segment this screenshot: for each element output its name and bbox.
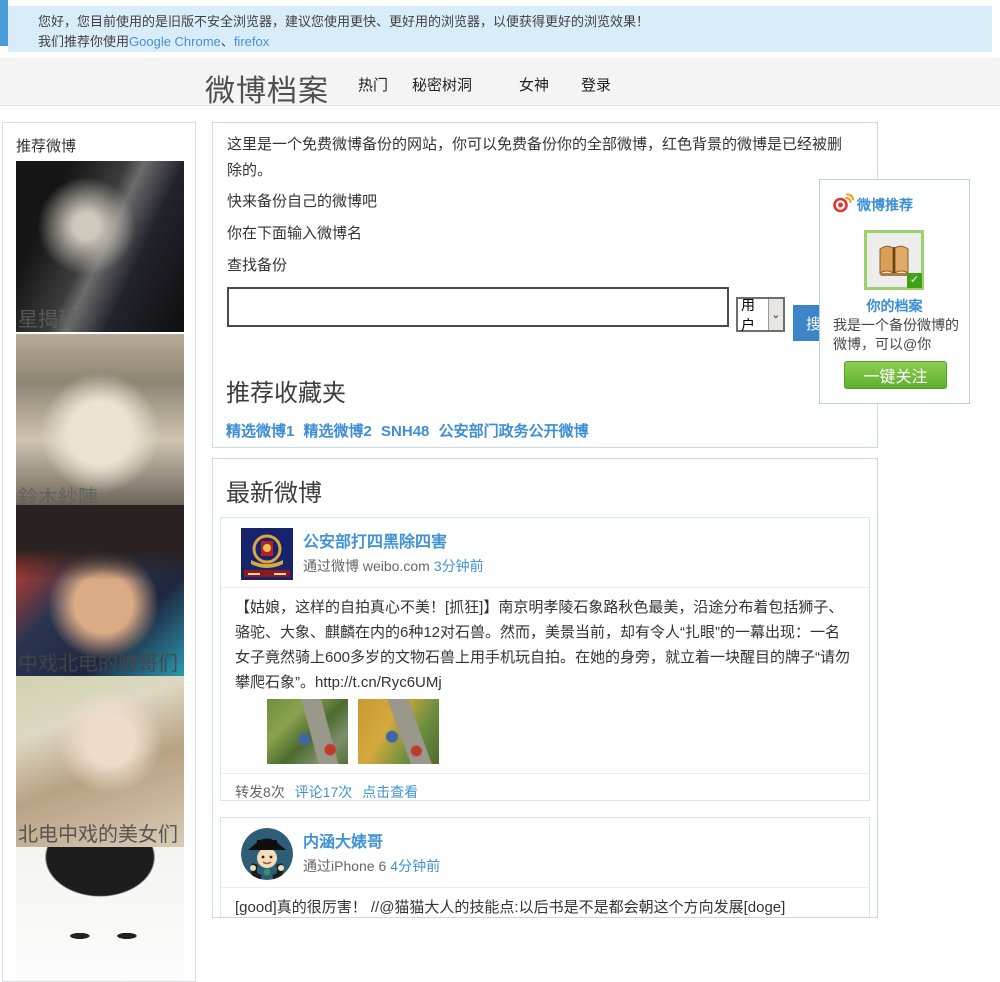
nav-hot[interactable]: 热门 xyxy=(358,74,388,95)
widget-description: 我是一个备份微博的微博，可以@你 xyxy=(833,317,959,352)
banner-line1: 您好，您目前使用的是旧版不安全浏览器，建议您使用更快、更好用的浏览器，以便获得更… xyxy=(38,14,650,29)
post-item: 公安部打四黑除四害 通过微博 weibo.com 3分钟前 【姑娘，这样的自拍真心… xyxy=(220,517,870,801)
banner-accent-bar xyxy=(0,0,8,46)
nav-login[interactable]: 登录 xyxy=(581,74,611,95)
cartoon-hat-avatar[interactable] xyxy=(241,828,293,880)
post-footer: 转发8次 评论17次 点击查看 xyxy=(221,773,869,800)
post-meta: 通过iPhone 6 4分钟前 xyxy=(303,856,440,876)
folder-link-featured2[interactable]: 精选微博2 xyxy=(304,423,372,440)
banner-line2: 我们推荐你使用Google Chrome、firefox xyxy=(38,32,992,52)
latest-posts-title: 最新微博 xyxy=(226,480,322,507)
folders-title: 推荐收藏夹 xyxy=(226,380,346,407)
one-click-follow-button[interactable]: 一键关注 xyxy=(844,361,947,389)
post-photo-1[interactable] xyxy=(267,699,348,764)
intro-text: 这里是一个免费微博备份的网站，你可以免费备份你的全部微博，红色背景的微博是已经被… xyxy=(227,136,843,179)
folder-links: 精选微博1 精选微博2 SNH48 公安部门政务公开微博 xyxy=(226,420,594,441)
police-badge-avatar[interactable] xyxy=(241,528,293,580)
post-header: 公安部打四黑除四害 通过微博 weibo.com 3分钟前 xyxy=(221,518,869,588)
weibo-recommend-widget: 微博推荐 ✓ 你的档案 我是一个备份微博的微博，可以@你 一键关注 xyxy=(819,179,970,404)
user-type-select[interactable]: 用户 ⌄ xyxy=(736,296,785,333)
chrome-link[interactable]: Google Chrome xyxy=(129,34,221,49)
post-item: 内涵大婊哥 通过iPhone 6 4分钟前 [good]真的很厉害！ //@猫猫大… xyxy=(220,817,870,917)
post-via: 通过iPhone 6 xyxy=(303,858,387,874)
your-archive-link[interactable]: 你的档案 xyxy=(820,296,969,316)
comment-count-link[interactable]: 评论17次 xyxy=(295,784,353,800)
post-text: 【姑娘，这样的自拍真心不美！[抓狂]】南京明孝陵石象路秋色最美，沿途分布着包括狮… xyxy=(235,599,851,691)
browser-warning-banner: 您好，您目前使用的是旧版不安全浏览器，建议您使用更快、更好用的浏览器，以便获得更… xyxy=(8,6,992,52)
post-image-row xyxy=(267,699,869,765)
thumb-caption: 北电中戏的美女们 xyxy=(18,824,178,846)
site-header: 微博档案 热门 秘密树洞 女神 登录 xyxy=(0,58,1000,108)
weibo-name-input[interactable] xyxy=(227,287,729,327)
post-via: 通过微博 weibo.com xyxy=(303,558,430,574)
post-username-link[interactable]: 公安部打四黑除四害 xyxy=(303,528,447,552)
post-username-link[interactable]: 内涵大婊哥 xyxy=(303,828,383,852)
recommended-weibo-sidebar: 推荐微博 星揭秘 鈴木紗陣 中戏北电的帅哥们 北电中戏的美女们 xyxy=(2,122,196,982)
latest-posts-card: 最新微博 公安部打四黑除四害 通过微博 weibo.com 3分钟前 【姑娘，这样… xyxy=(212,458,878,918)
thumb-caption: 鈴木紗陣 xyxy=(18,487,98,505)
firefox-link[interactable]: firefox xyxy=(234,34,269,49)
post-header: 内涵大婊哥 通过iPhone 6 4分钟前 xyxy=(221,818,869,888)
check-icon: ✓ xyxy=(907,273,922,288)
weibo-eye-icon xyxy=(832,193,854,213)
intro-input-hint: 你在下面输入微博名 xyxy=(227,225,363,242)
sidebar-item-sketch-face[interactable] xyxy=(16,847,184,981)
nav-goddess[interactable]: 女神 xyxy=(519,74,549,95)
post-photo-2[interactable] xyxy=(358,699,440,764)
banner-line2-prefix: 我们推荐你使用 xyxy=(38,34,130,49)
thumb-caption: 星揭秘 xyxy=(18,309,78,331)
chevron-down-icon[interactable]: ⌄ xyxy=(767,299,783,330)
view-link[interactable]: 点击查看 xyxy=(362,784,418,800)
folder-link-snh48[interactable]: SNH48 xyxy=(381,423,429,440)
nav-secret-tree-hole[interactable]: 秘密树洞 xyxy=(412,74,472,95)
sidebar-item-star-secrets[interactable]: 星揭秘 xyxy=(16,161,184,332)
banner-separator: 、 xyxy=(220,34,234,49)
sidebar-item-suzuki[interactable]: 鈴木紗陣 xyxy=(16,334,184,505)
post-text: [good]真的很厉害！ //@猫猫大人的技能点:以后书是不是都会朝这个方向发展… xyxy=(235,899,786,916)
widget-title-link[interactable]: 微博推荐 xyxy=(857,195,913,215)
intro-card: 这里是一个免费微博备份的网站，你可以免费备份你的全部微博，红色背景的微博是已经被… xyxy=(212,122,878,448)
folder-link-featured1[interactable]: 精选微博1 xyxy=(226,423,294,440)
archive-avatar[interactable]: ✓ xyxy=(864,230,924,290)
thumb-caption: 中戏北电的帅哥们 xyxy=(18,653,178,675)
post-time: 3分钟前 xyxy=(433,558,484,574)
intro-find-backup: 查找备份 xyxy=(227,257,288,274)
site-title: 微博档案 xyxy=(205,75,329,108)
sidebar-title: 推荐微博 xyxy=(16,138,77,155)
post-time: 4分钟前 xyxy=(390,858,441,874)
sidebar-item-handsome-guys[interactable]: 中戏北电的帅哥们 xyxy=(16,505,184,676)
sidebar-item-beauties[interactable]: 北电中戏的美女们 xyxy=(16,676,184,847)
intro-backup-cta: 快来备份自己的微博吧 xyxy=(227,193,378,210)
repost-count: 转发8次 xyxy=(235,784,285,800)
select-value: 用户 xyxy=(741,296,755,333)
folder-link-police[interactable]: 公安部门政务公开微博 xyxy=(439,423,589,440)
post-meta: 通过微博 weibo.com 3分钟前 xyxy=(303,556,484,576)
